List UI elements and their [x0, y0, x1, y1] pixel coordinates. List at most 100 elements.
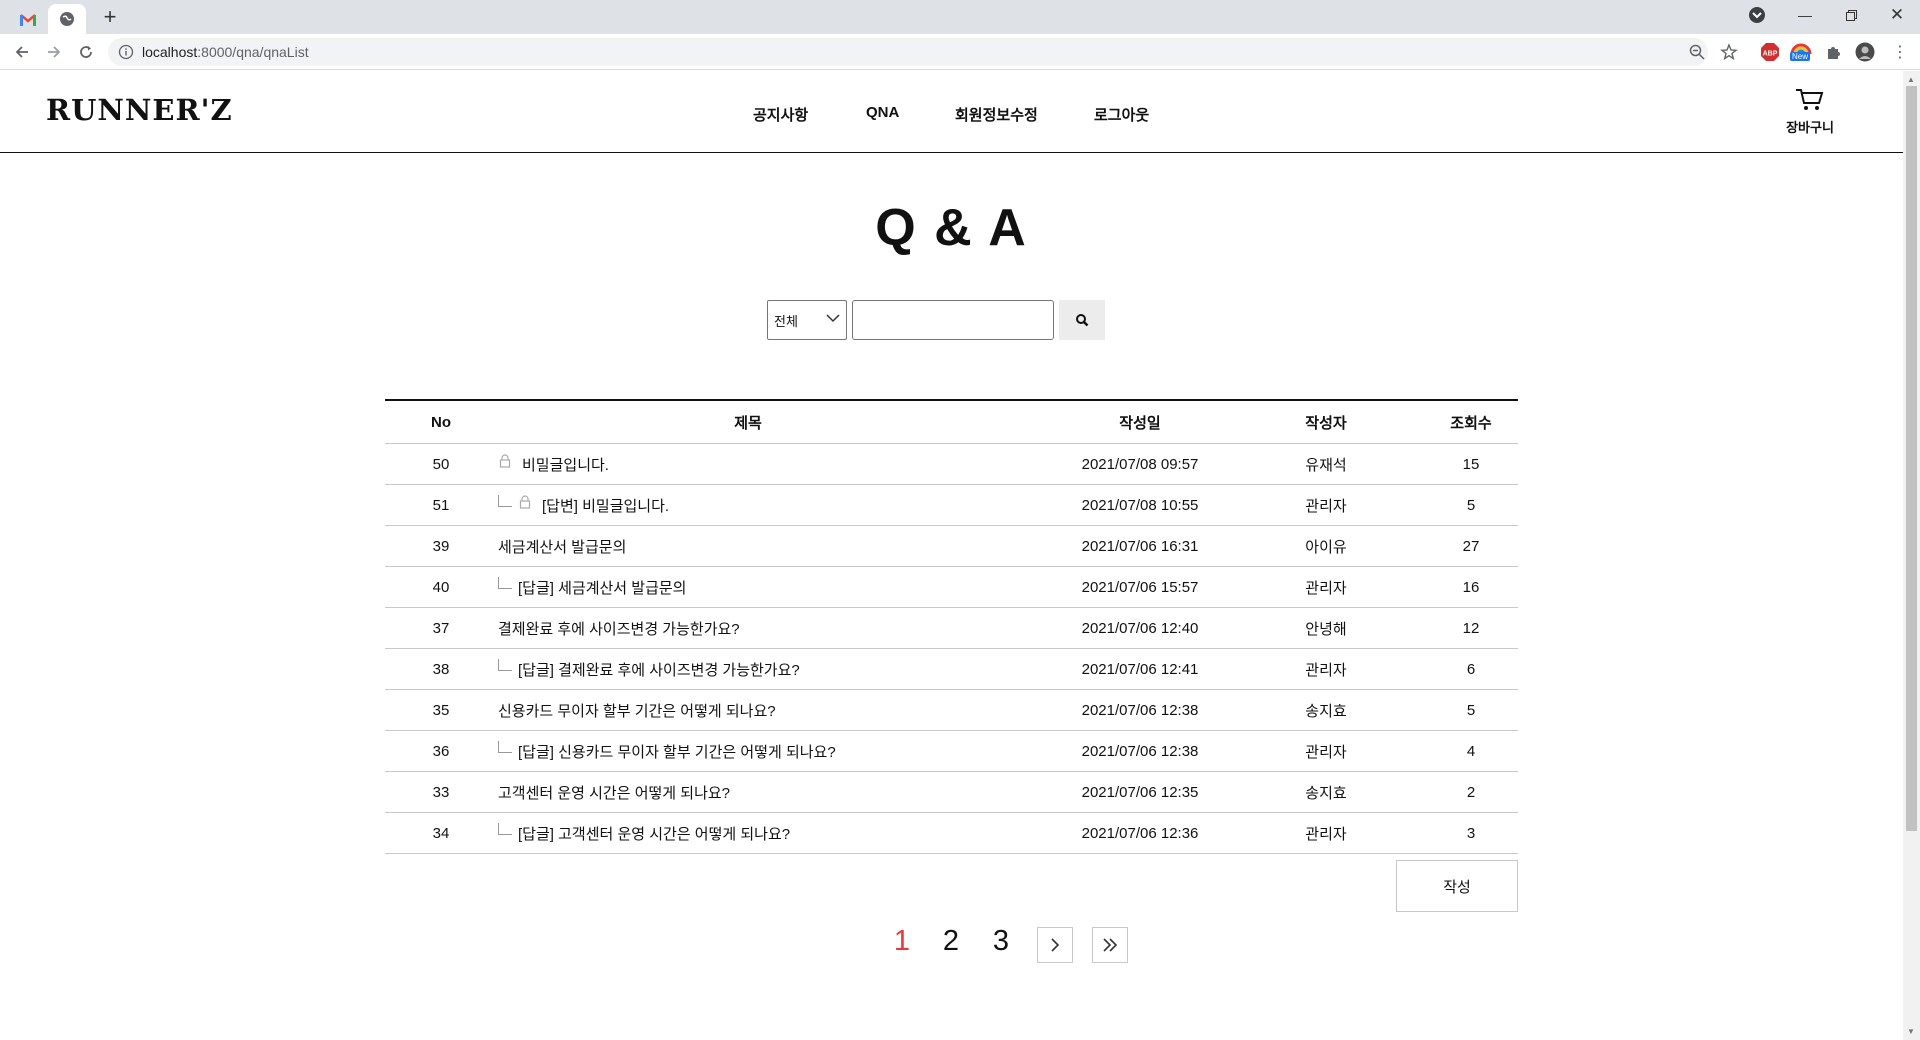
- restore-button[interactable]: [1828, 0, 1874, 30]
- next-page-button[interactable]: [1037, 927, 1073, 963]
- chevron-down-icon: [826, 314, 840, 323]
- search-button[interactable]: [1059, 300, 1105, 340]
- page-1[interactable]: 1: [887, 925, 917, 958]
- row-title-cell[interactable]: 결제완료 후에 사이즈변경 가능한가요?: [498, 608, 998, 648]
- profile-avatar-icon[interactable]: [1855, 42, 1875, 62]
- reload-button[interactable]: [74, 41, 98, 63]
- new-badge: New: [1790, 52, 1811, 61]
- row-title-link[interactable]: [답변] 비밀글입니다.: [542, 495, 669, 516]
- globe-icon: [60, 12, 74, 26]
- url-text: localhost:8000/qna/qnaList: [142, 44, 309, 60]
- search-category-select[interactable]: 전체: [767, 300, 847, 340]
- new-tab-button[interactable]: +: [98, 4, 122, 30]
- puzzle-extensions-icon[interactable]: [1824, 42, 1844, 62]
- row-title-cell[interactable]: [답변] 비밀글입니다.: [498, 485, 998, 525]
- arrow-right-icon: [48, 46, 61, 58]
- url-path: :8000/qna/qnaList: [197, 44, 309, 60]
- row-no: 51: [432, 496, 450, 514]
- tab-search-icon: [1749, 7, 1765, 23]
- table-row[interactable]: 33 고객센터 운영 시간은 어떻게 되나요? 2021/07/06 12:35 송지…: [385, 772, 1518, 813]
- nav-logout[interactable]: 로그아웃: [1094, 104, 1149, 125]
- address-bar[interactable]: localhost:8000/qna/qnaList: [108, 38, 1738, 66]
- header-writer: 작성자: [1305, 414, 1347, 432]
- bookmark-star-icon[interactable]: [1720, 43, 1738, 61]
- row-title-link[interactable]: [답글] 신용카드 무이자 할부 기간은 어떻게 되나요?: [518, 741, 836, 762]
- page-2[interactable]: 2: [936, 925, 966, 958]
- last-page-button[interactable]: [1092, 927, 1128, 963]
- row-title-cell[interactable]: [답글] 세금계산서 발급문의: [498, 567, 998, 607]
- table-row[interactable]: 34 [답글] 고객센터 운영 시간은 어떻게 되나요? 2021/07/06 12…: [385, 813, 1518, 854]
- table-row[interactable]: 38 [답글] 결제완료 후에 사이즈변경 가능한가요? 2021/07/06 12…: [385, 649, 1518, 690]
- reply-indent-icon: [498, 577, 512, 589]
- row-title-link[interactable]: [답글] 세금계산서 발급문의: [518, 577, 686, 598]
- row-title-cell[interactable]: [답글] 결제완료 후에 사이즈변경 가능한가요?: [498, 649, 998, 689]
- tab-search-button[interactable]: [1748, 6, 1770, 28]
- active-tab[interactable]: [48, 4, 86, 34]
- browser-menu-button[interactable]: ⋮: [1890, 42, 1910, 62]
- table-row[interactable]: 50 비밀글입니다. 2021/07/08 09:57 유재석 15: [385, 444, 1518, 485]
- row-title-link[interactable]: [답글] 결제완료 후에 사이즈변경 가능한가요?: [518, 659, 800, 680]
- gmail-tab[interactable]: [8, 6, 48, 34]
- row-title-link[interactable]: 비밀글입니다.: [522, 454, 609, 475]
- row-writer: 유재석: [1305, 456, 1347, 474]
- row-title-cell[interactable]: [답글] 신용카드 무이자 할부 기간은 어떻게 되나요?: [498, 731, 998, 771]
- zoom-icon[interactable]: [1688, 43, 1706, 61]
- gmail-icon: [20, 14, 36, 26]
- header-no: No: [431, 413, 451, 431]
- cart-button[interactable]: 장바구니: [1782, 88, 1838, 136]
- row-title-link[interactable]: 신용카드 무이자 할부 기간은 어떻게 되나요?: [498, 700, 776, 721]
- minimize-button[interactable]: —: [1782, 0, 1828, 30]
- search-input[interactable]: [852, 300, 1054, 340]
- nav-notice[interactable]: 공지사항: [753, 104, 808, 125]
- double-chevron-right-icon: [1103, 938, 1118, 952]
- reload-icon: [80, 46, 92, 58]
- row-title-link[interactable]: [답글] 고객센터 운영 시간은 어떻게 되나요?: [518, 823, 790, 844]
- row-date: 2021/07/06 12:40: [1081, 619, 1199, 637]
- row-views: 15: [1462, 455, 1480, 473]
- row-title-link[interactable]: 결제완료 후에 사이즈변경 가능한가요?: [498, 618, 740, 639]
- row-views: 5: [1466, 701, 1476, 719]
- extension-new[interactable]: New: [1790, 40, 1814, 66]
- table-row[interactable]: 36 [답글] 신용카드 무이자 할부 기간은 어떻게 되나요? 2021/07/0…: [385, 731, 1518, 772]
- row-title-cell[interactable]: 신용카드 무이자 할부 기간은 어떻게 되나요?: [498, 690, 998, 730]
- nav-edit-member[interactable]: 회원정보수정: [955, 104, 1038, 125]
- row-no: 34: [432, 824, 450, 842]
- table-row[interactable]: 39 세금계산서 발급문의 2021/07/06 16:31 아이유 27: [385, 526, 1518, 567]
- nav-qna[interactable]: QNA: [866, 104, 899, 121]
- reply-indent-icon: [498, 823, 512, 835]
- row-title-link[interactable]: 고객센터 운영 시간은 어떻게 되나요?: [498, 782, 730, 803]
- write-button[interactable]: 작성: [1396, 860, 1518, 912]
- row-views: 4: [1466, 742, 1476, 760]
- header-title: 제목: [734, 414, 762, 432]
- row-title-cell[interactable]: 고객센터 운영 시간은 어떻게 되나요?: [498, 772, 998, 812]
- row-no: 36: [432, 742, 450, 760]
- row-title-cell[interactable]: 세금계산서 발급문의: [498, 526, 998, 566]
- scroll-up-arrow[interactable]: ▲: [1907, 75, 1915, 84]
- scroll-down-arrow[interactable]: ▼: [1907, 1027, 1915, 1036]
- table-row[interactable]: 35 신용카드 무이자 할부 기간은 어떻게 되나요? 2021/07/06 12:…: [385, 690, 1518, 731]
- page-title: Q & A: [875, 199, 1028, 257]
- row-title-cell[interactable]: 비밀글입니다.: [498, 444, 998, 484]
- row-date: 2021/07/08 09:57: [1081, 455, 1199, 473]
- row-writer: 아이유: [1305, 538, 1347, 556]
- table-row[interactable]: 40 [답글] 세금계산서 발급문의 2021/07/06 15:57 관리자 16: [385, 567, 1518, 608]
- scroll-thumb[interactable]: [1906, 86, 1917, 831]
- page-3[interactable]: 3: [986, 925, 1016, 958]
- shopping-cart-icon: [1796, 89, 1824, 110]
- site-logo[interactable]: RUNNER'Z: [46, 93, 233, 127]
- table-row[interactable]: 51 [답변] 비밀글입니다. 2021/07/08 10:55 관리자 5: [385, 485, 1518, 526]
- row-title-cell[interactable]: [답글] 고객센터 운영 시간은 어떻게 되나요?: [498, 813, 998, 853]
- back-button[interactable]: [10, 41, 34, 63]
- row-views: 27: [1462, 537, 1480, 555]
- table-header-row: No 제목 작성일 작성자 조회수: [385, 401, 1518, 444]
- table-row[interactable]: 37 결제완료 후에 사이즈변경 가능한가요? 2021/07/06 12:40 안녕…: [385, 608, 1518, 649]
- row-date: 2021/07/06 12:36: [1081, 824, 1199, 842]
- page-scrollbar[interactable]: ▲ ▼: [1903, 71, 1920, 1040]
- adblock-icon[interactable]: ABP: [1760, 42, 1780, 62]
- forward-button[interactable]: [42, 41, 66, 63]
- row-writer: 관리자: [1305, 661, 1347, 679]
- row-title-link[interactable]: 세금계산서 발급문의: [498, 536, 626, 557]
- close-window-button[interactable]: ✕: [1874, 0, 1920, 30]
- row-no: 38: [432, 660, 450, 678]
- row-no: 37: [432, 619, 450, 637]
